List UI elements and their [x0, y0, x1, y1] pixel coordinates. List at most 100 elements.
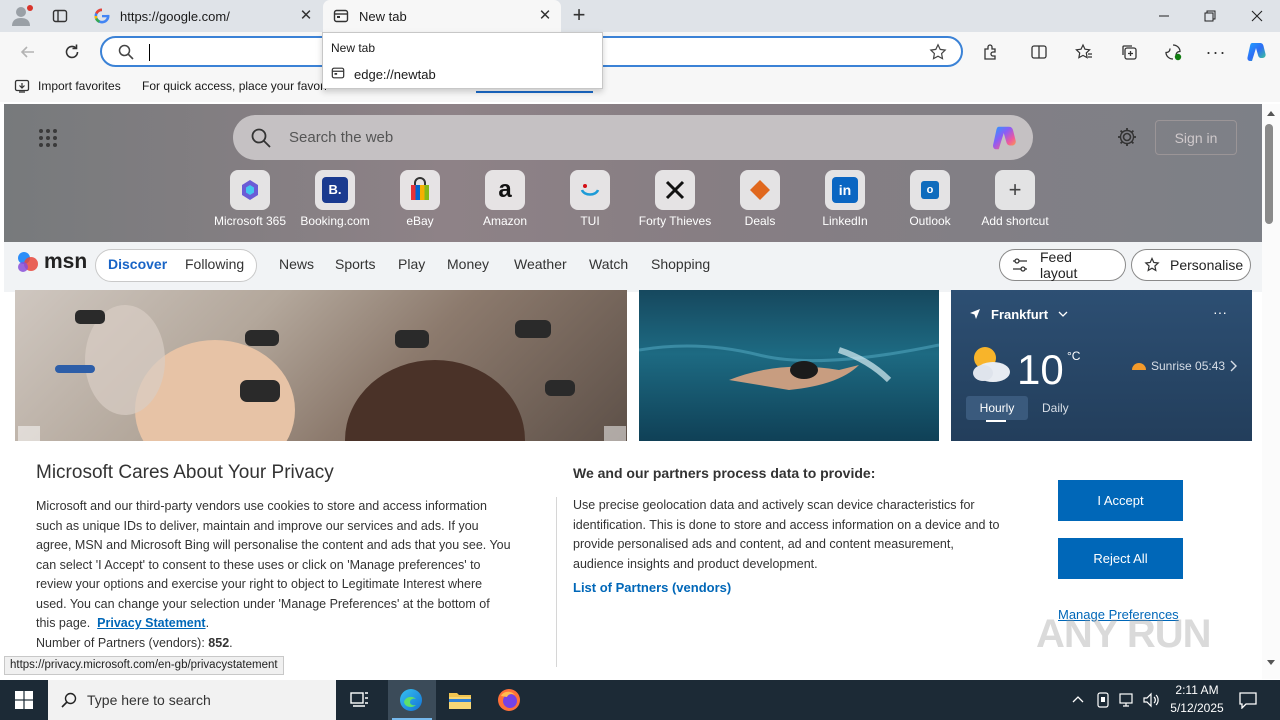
carousel-prev-icon[interactable]	[18, 426, 40, 442]
status-url-tooltip: https://privacy.microsoft.com/en-gb/priv…	[4, 656, 284, 675]
network-icon[interactable]	[1118, 692, 1136, 708]
more-options-icon[interactable]: ···	[1213, 304, 1227, 320]
close-tab-icon[interactable]: ✕	[298, 8, 314, 24]
shortcut-microsoft-365[interactable]: Microsoft 365	[210, 170, 290, 228]
nav-shopping[interactable]: Shopping	[651, 256, 710, 272]
split-screen-icon[interactable]	[1027, 40, 1051, 64]
shortcut-ebay[interactable]: eBay	[380, 170, 460, 228]
chevron-down-icon[interactable]	[1058, 310, 1068, 318]
search-icon	[251, 128, 271, 148]
dropdown-suggestion[interactable]: edge://newtab	[354, 67, 436, 82]
carousel-next-icon[interactable]	[604, 426, 626, 442]
web-search-box[interactable]: Search the web	[233, 115, 1033, 160]
tab-title: New tab	[359, 8, 407, 24]
browser-essentials-icon[interactable]	[1161, 40, 1185, 64]
collections-icon[interactable]	[1117, 40, 1141, 64]
tab-daily[interactable]: Daily	[1042, 401, 1069, 415]
windows-start-icon[interactable]	[15, 691, 33, 709]
volume-icon[interactable]	[1142, 692, 1160, 708]
partners-label: Number of Partners (vendors):	[36, 635, 209, 650]
restore-button[interactable]	[1187, 0, 1233, 32]
task-view-icon[interactable]	[350, 691, 370, 709]
close-window-button[interactable]	[1234, 0, 1280, 32]
copilot-search-icon[interactable]	[990, 123, 1020, 153]
shortcut-booking[interactable]: B. Booking.com	[295, 170, 375, 228]
tab-title: https://google.com/	[120, 8, 230, 24]
nav-play[interactable]: Play	[398, 256, 425, 272]
refresh-icon[interactable]	[62, 42, 82, 62]
scroll-down-icon[interactable]	[1267, 660, 1275, 666]
purposes-line: identification. This is done to store an…	[573, 517, 1000, 532]
nav-sports[interactable]: Sports	[335, 256, 375, 272]
weather-city[interactable]: Frankfurt	[991, 307, 1048, 322]
tab-discover[interactable]: Discover	[108, 256, 167, 272]
privacy-body-line: can select 'I Accept' to consent to thes…	[36, 557, 481, 572]
extensions-icon[interactable]	[979, 40, 1003, 64]
shortcut-label: Microsoft 365	[213, 214, 287, 228]
shortcut-tui[interactable]: TUI	[550, 170, 630, 228]
nav-weather[interactable]: Weather	[514, 256, 567, 272]
news-card-swimmer[interactable]	[639, 290, 939, 450]
accept-button[interactable]: I Accept	[1058, 480, 1183, 521]
partners-count-line: Number of Partners (vendors): 852.	[36, 635, 233, 650]
profile-avatar-icon[interactable]	[10, 5, 34, 27]
settings-gear-icon[interactable]	[1116, 126, 1138, 148]
chevron-up-icon[interactable]	[1072, 695, 1084, 703]
weather-unit: °C	[1067, 349, 1081, 363]
shortcut-deals[interactable]: Deals	[720, 170, 800, 228]
scroll-up-icon[interactable]	[1267, 110, 1275, 116]
reject-all-button[interactable]: Reject All	[1058, 538, 1183, 579]
shortcut-forty-thieves[interactable]: Forty Thieves	[635, 170, 715, 228]
shortcut-linkedin[interactable]: in LinkedIn	[805, 170, 885, 228]
tab-google[interactable]: https://google.com/ ✕	[84, 0, 322, 32]
msn-logo-icon[interactable]	[16, 250, 40, 274]
partners-list-link[interactable]: List of Partners (vendors)	[573, 580, 731, 595]
tab-newtab[interactable]: New tab ✕	[323, 0, 561, 32]
chevron-right-icon[interactable]	[1230, 360, 1238, 372]
apps-launcher-icon[interactable]	[38, 128, 58, 148]
notification-icon[interactable]	[1239, 691, 1257, 709]
purposes-line: provide personalised ads and content, ad…	[573, 537, 954, 551]
tab-following[interactable]: Following	[185, 256, 244, 272]
import-favorites-icon	[14, 78, 30, 94]
copilot-icon[interactable]	[1245, 40, 1269, 64]
shortcut-outlook[interactable]: o Outlook	[890, 170, 970, 228]
taskbar-search-box[interactable]: Type here to search	[48, 680, 336, 720]
news-card-fitness[interactable]	[15, 290, 627, 450]
personalise-button[interactable]: Personalise	[1131, 249, 1251, 281]
privacy-body-line: review your options and exercise your ri…	[36, 577, 483, 591]
favorites-bar: Import favorites For quick access, place…	[0, 70, 1280, 102]
edge-browser-icon[interactable]	[399, 688, 423, 712]
nav-watch[interactable]: Watch	[589, 256, 628, 272]
favorites-icon[interactable]	[1072, 40, 1096, 64]
shortcut-amazon[interactable]: a Amazon	[465, 170, 545, 228]
file-explorer-icon[interactable]	[448, 690, 472, 710]
clock-time[interactable]: 2:11 AM	[1172, 683, 1222, 697]
purposes-line: Use precise geolocation data and activel…	[573, 498, 975, 512]
close-tab-icon[interactable]: ✕	[537, 8, 553, 24]
weather-card[interactable]: Frankfurt ··· 10 °C Sunrise 05:43 Hourly…	[951, 290, 1252, 450]
feed-layout-button[interactable]: Feed layout	[999, 249, 1126, 281]
add-shortcut-button[interactable]: + Add shortcut	[975, 170, 1055, 228]
vertical-tabs-icon[interactable]	[52, 8, 68, 24]
privacy-body-line: such as unique IDs to deliver, maintain …	[36, 518, 479, 533]
more-options-icon[interactable]: ···	[1204, 40, 1228, 64]
manage-favorites-link[interactable]	[476, 91, 593, 93]
favorite-star-icon[interactable]	[929, 43, 947, 61]
privacy-statement-link[interactable]: Privacy Statement	[97, 616, 205, 630]
nav-news[interactable]: News	[279, 256, 314, 272]
sign-in-button[interactable]: Sign in	[1155, 120, 1237, 155]
plus-icon: +	[995, 170, 1035, 210]
feed-layout-label: Feed layout	[1040, 249, 1078, 281]
minimize-button[interactable]	[1141, 0, 1187, 32]
import-favorites-button[interactable]: Import favorites	[38, 79, 121, 93]
tab-hourly[interactable]: Hourly	[966, 396, 1028, 420]
back-icon[interactable]	[18, 42, 38, 62]
device-icon[interactable]	[1096, 692, 1110, 708]
clock-date[interactable]: 5/12/2025	[1166, 701, 1228, 715]
nav-money[interactable]: Money	[447, 256, 489, 272]
new-tab-button[interactable]: +	[569, 4, 589, 26]
firefox-icon[interactable]	[497, 688, 521, 712]
vertical-scrollbar[interactable]	[1262, 104, 1280, 679]
scroll-thumb[interactable]	[1265, 124, 1273, 224]
